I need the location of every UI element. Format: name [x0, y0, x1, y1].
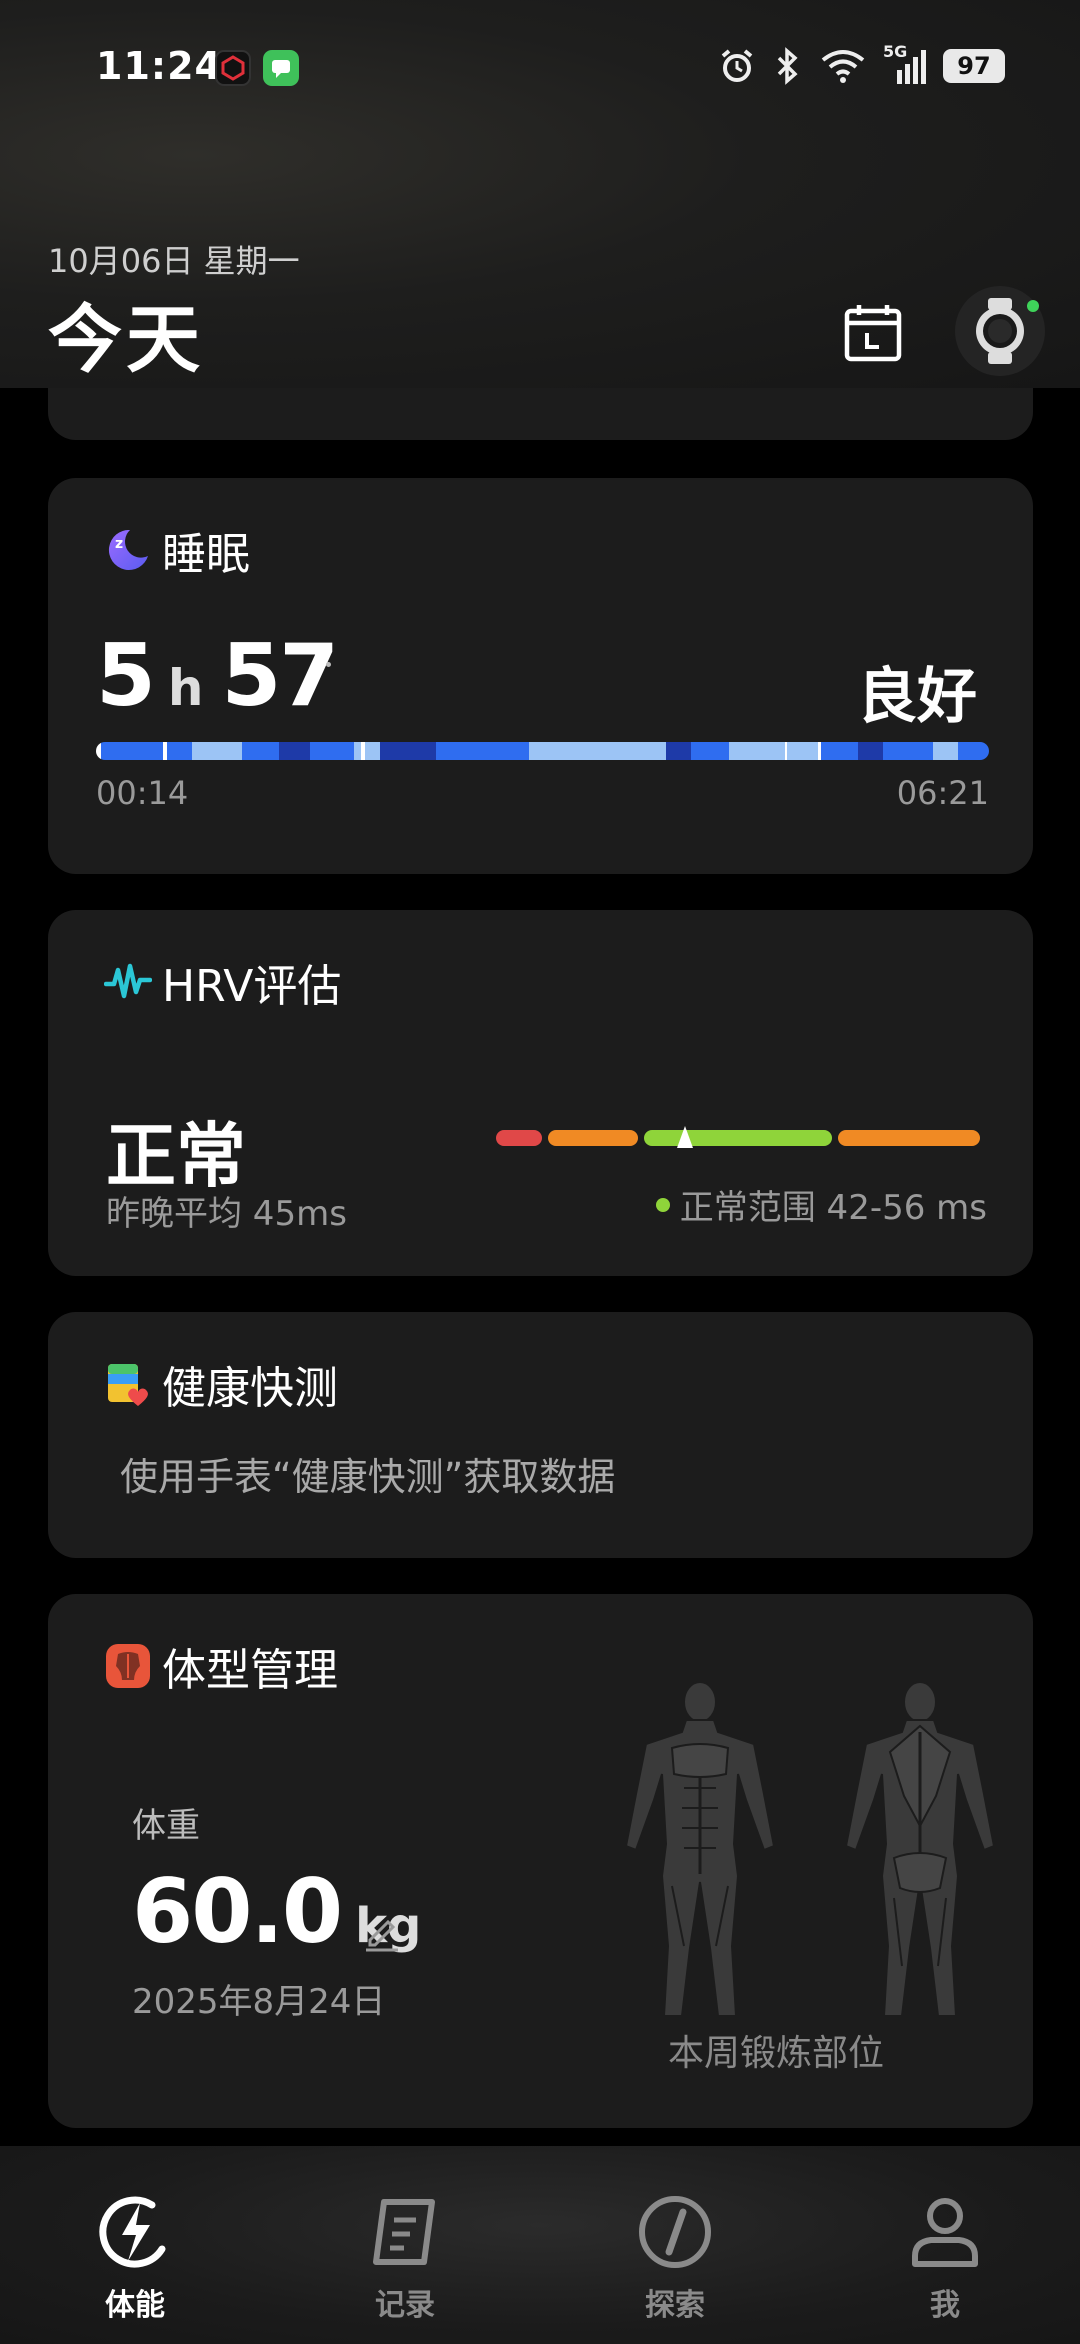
- sleep-stage-segment: [882, 742, 933, 760]
- sleep-card-title: z 睡眠: [104, 518, 250, 582]
- signal-icon: 5G: [883, 42, 927, 86]
- device-watch-button[interactable]: [955, 286, 1045, 376]
- device-connected-dot: [1027, 300, 1039, 312]
- weight-label: 体重: [132, 1806, 200, 1846]
- quick-check-title-text: 健康快测: [162, 1363, 338, 1414]
- sleep-dot: [326, 662, 331, 667]
- sleep-stage-bar: [96, 742, 989, 760]
- sleep-stage-segment: [191, 742, 242, 760]
- sleep-stage-segment: [435, 742, 530, 760]
- message-notification-icon: [263, 50, 299, 86]
- sleep-stage-segment: [957, 742, 989, 760]
- sleep-stage-segment: [241, 742, 280, 760]
- sleep-stage-segment: [279, 742, 311, 760]
- weight-date: 2025年8月24日: [132, 1982, 386, 2022]
- sleep-end-time: 06:21: [896, 774, 989, 812]
- sleep-stage-segment: [353, 742, 362, 760]
- watch-icon: [976, 298, 1024, 364]
- pulse-icon: [104, 958, 152, 1006]
- pencil-icon: [366, 1919, 398, 1952]
- note-icon: [365, 2192, 445, 2272]
- sleep-stage-segment: [728, 742, 785, 760]
- sleep-title: 睡眠: [162, 529, 250, 580]
- sleep-stage-segment: [166, 742, 192, 760]
- sleep-stage-segment: [310, 742, 354, 760]
- hrv-average: 昨晚平均 45ms: [106, 1194, 347, 1234]
- sleep-quality: 良好: [857, 662, 977, 732]
- quick-check-hint: 使用手表“健康快测”获取数据: [120, 1455, 616, 1499]
- health-card-icon: [104, 1360, 152, 1408]
- status-time: 11:24: [96, 44, 222, 88]
- edit-weight-button[interactable]: [360, 1910, 404, 1954]
- hrv-card-title: HRV评估: [104, 950, 341, 1014]
- hrv-range: 正常范围 42-56 ms: [655, 1180, 987, 1229]
- gauge-marker: [677, 1126, 693, 1148]
- hrv-gauge: [496, 1126, 980, 1148]
- figure-caption: 本周锻炼部位: [668, 2033, 885, 2074]
- sleep-card[interactable]: z 睡眠 5 h 57 良好 00:14 06:21: [48, 478, 1033, 874]
- battery-indicator: 97: [943, 49, 1005, 83]
- sleep-stage-segment: [379, 742, 436, 760]
- sleep-start-time: 00:14: [96, 774, 189, 812]
- body-shape-title-text: 体型管理: [162, 1645, 338, 1696]
- front-body-figure: [624, 1681, 776, 2017]
- health-quick-check-card[interactable]: 健康快测 使用手表“健康快测”获取数据: [48, 1312, 1033, 1558]
- nav-item-records[interactable]: 记录: [315, 2192, 495, 2324]
- weight-number: 60.0: [132, 1860, 343, 1963]
- calendar-button[interactable]: [830, 290, 916, 376]
- sleep-hours: 5: [96, 626, 156, 726]
- sleep-stage-segment: [100, 742, 164, 760]
- nav-label-explore: 探索: [645, 2288, 705, 2323]
- svg-text:z: z: [115, 536, 123, 552]
- status-icons: 5G 97: [717, 42, 1005, 86]
- nav-label-me: 我: [930, 2288, 960, 2323]
- sleep-stage-segment: [529, 742, 667, 760]
- status-bar: 11:24 5G 97: [0, 0, 1080, 136]
- calendar-icon: [844, 305, 902, 362]
- sleep-stage-segment: [787, 742, 819, 760]
- compass-icon: [635, 2192, 715, 2272]
- wifi-icon: [821, 50, 865, 83]
- sleep-stage-segment: [364, 742, 380, 760]
- date-label: 10月06日 星期一: [48, 242, 300, 280]
- nav-item-explore[interactable]: 探索: [585, 2192, 765, 2324]
- normal-range-dot: [655, 1197, 670, 1212]
- gauge-low-segment: [496, 1130, 542, 1146]
- nav-label-records: 记录: [375, 2288, 435, 2323]
- bottom-nav: 体能 记录 探索 我: [0, 2146, 1080, 2344]
- muscle-map-figures: [624, 1681, 996, 2017]
- page-title: 今天: [48, 297, 204, 383]
- body-shape-card[interactable]: 体型管理 体重 60.0 kg 2025年8月24日 本周锻炼部位: [48, 1594, 1033, 2128]
- sleep-stage-segment: [858, 742, 883, 760]
- sleep-stage-segment: [666, 742, 692, 760]
- bluetooth-icon: [777, 47, 798, 85]
- gauge-mid-left-segment: [548, 1130, 638, 1146]
- header: 11:24 5G 97 10月06日 星期一 今天: [0, 0, 1080, 388]
- lightning-icon: [95, 2192, 175, 2272]
- back-body-figure: [844, 1681, 996, 2017]
- person-icon: [905, 2192, 985, 2272]
- hrv-range-text: 正常范围 42-56 ms: [679, 1188, 987, 1228]
- nav-label-fitness: 体能: [105, 2288, 165, 2323]
- sleep-duration: 5 h 57: [96, 626, 339, 726]
- muscle-icon: [104, 1642, 152, 1690]
- sleep-stage-segment: [820, 742, 859, 760]
- gauge-mid-right-segment: [838, 1130, 980, 1146]
- sleep-stage-segment: [932, 742, 958, 760]
- sleep-moon-icon: z: [104, 526, 152, 574]
- nav-item-fitness[interactable]: 体能: [45, 2192, 225, 2324]
- sleep-hours-unit: h: [167, 659, 204, 717]
- sleep-minutes: 57: [221, 626, 339, 726]
- hrv-title: HRV评估: [162, 961, 342, 1012]
- alarm-icon: [721, 49, 753, 82]
- body-shape-title: 体型管理: [104, 1634, 338, 1698]
- hrv-card[interactable]: HRV评估 正常 昨晚平均 45ms 正常范围 42-56 ms: [48, 910, 1033, 1276]
- quick-check-title: 健康快测: [104, 1352, 338, 1416]
- gauge-normal-segment: [644, 1130, 832, 1146]
- nav-item-me[interactable]: 我: [855, 2192, 1035, 2324]
- sleep-stage-segment: [691, 742, 729, 760]
- app-notification-icon: [215, 50, 251, 86]
- app-screen: 11:24 5G 97 10月06日 星期一 今天 z 睡眠 5 h 57 良好…: [0, 0, 1080, 2344]
